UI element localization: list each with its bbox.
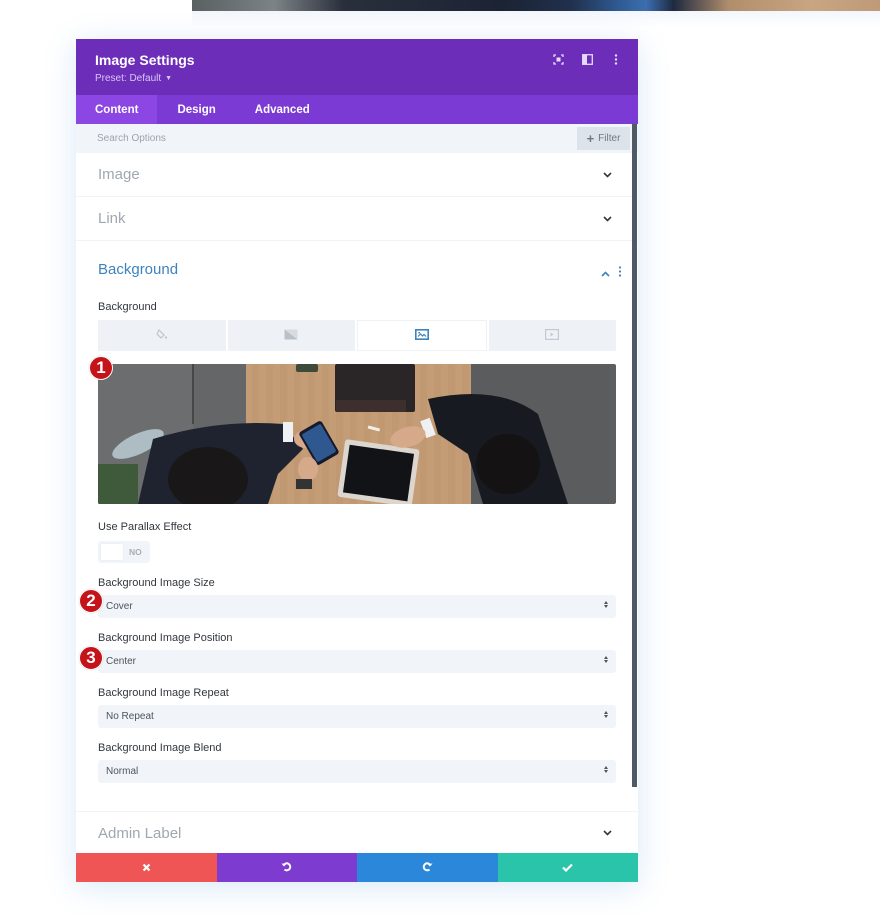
section-admin-label-title: Admin Label [98, 824, 182, 842]
bg-image-repeat-value: No Repeat [106, 711, 154, 722]
section-background-title: Background [98, 261, 179, 278]
search-bar: + Filter [76, 124, 638, 153]
business-meeting-photo [98, 364, 610, 504]
tab-design[interactable]: Design [157, 95, 234, 124]
sidebar-layout-icon[interactable] [581, 53, 593, 65]
bg-image-repeat-label: Background Image Repeat [98, 687, 229, 699]
undo-button[interactable] [216, 853, 357, 882]
scrollbar[interactable] [632, 124, 637, 787]
chevron-up-icon[interactable] [601, 264, 610, 282]
paint-bucket-icon [155, 327, 168, 345]
section-image-title: Image [98, 166, 140, 183]
save-button[interactable] [497, 853, 638, 882]
modal-footer [76, 853, 638, 882]
bg-image-position-select[interactable]: Center [98, 650, 616, 673]
bg-image-blend-select[interactable]: Normal [98, 760, 616, 783]
image-settings-modal: Image Settings Preset: Default ▼ Content… [76, 39, 638, 882]
section-more-options-icon[interactable] [618, 264, 622, 282]
background-field-label: Background [98, 301, 157, 313]
bg-type-color-tab[interactable] [98, 320, 226, 351]
bg-image-blend-label: Background Image Blend [98, 742, 222, 754]
section-background-header[interactable]: Background [98, 241, 622, 299]
close-icon [142, 859, 151, 877]
bg-type-video-tab[interactable] [488, 320, 616, 351]
bg-image-size-value: Cover [106, 601, 133, 612]
bg-image-size-label: Background Image Size [98, 577, 215, 589]
filter-button[interactable]: + Filter [577, 127, 630, 150]
chevron-down-icon [602, 170, 612, 180]
toggle-knob [101, 544, 123, 560]
select-arrows-icon [604, 656, 608, 663]
tab-advanced[interactable]: Advanced [235, 95, 329, 124]
search-options-input[interactable] [97, 133, 397, 144]
check-icon [562, 859, 574, 877]
parallax-toggle-value: NO [129, 547, 142, 557]
bg-type-gradient-tab[interactable] [227, 320, 355, 351]
bg-image-repeat-select[interactable]: No Repeat [98, 705, 616, 728]
parallax-label: Use Parallax Effect [98, 521, 192, 533]
fullscreen-icon[interactable] [552, 53, 564, 65]
tabs-bar: Content Design Advanced [76, 95, 638, 124]
modal-title: Image Settings [95, 52, 195, 68]
section-admin-label[interactable]: Admin Label [76, 811, 638, 854]
redo-button[interactable] [357, 853, 498, 882]
filter-label: Filter [598, 133, 621, 144]
chevron-down-icon [602, 214, 612, 224]
background-page-image-strip [192, 0, 880, 11]
cancel-button[interactable] [76, 853, 217, 882]
select-arrows-icon [604, 766, 608, 773]
section-link[interactable]: Link [76, 197, 638, 241]
page-shade [192, 11, 880, 27]
gradient-icon [284, 327, 298, 345]
bg-image-position-label: Background Image Position [98, 632, 233, 644]
annotation-badge-2: 2 [79, 589, 103, 613]
parallax-toggle[interactable]: NO [98, 541, 150, 563]
bg-image-blend-value: Normal [106, 766, 139, 777]
select-arrows-icon [604, 601, 608, 608]
redo-icon [422, 859, 433, 877]
background-type-tabs [98, 320, 616, 351]
bg-image-position-value: Center [106, 656, 137, 667]
annotation-badge-1: 1 [89, 356, 113, 380]
video-icon [545, 327, 560, 345]
section-background: Background Background Use Parallax Effec… [76, 241, 638, 783]
bg-type-image-tab[interactable] [357, 320, 487, 351]
section-link-title: Link [98, 210, 126, 227]
background-image-preview[interactable] [98, 364, 616, 504]
caret-down-icon: ▼ [165, 75, 173, 82]
tab-content[interactable]: Content [76, 95, 158, 124]
preset-selector[interactable]: Preset: Default ▼ [95, 73, 619, 84]
bg-image-size-select[interactable]: Cover [98, 595, 616, 618]
more-options-icon[interactable] [610, 53, 622, 65]
chevron-down-icon [602, 828, 612, 838]
annotation-badge-3: 3 [79, 646, 103, 670]
preset-label: Preset: Default [95, 73, 162, 84]
plus-icon: + [586, 131, 595, 146]
image-icon [414, 327, 429, 345]
section-image[interactable]: Image [76, 153, 638, 197]
modal-header[interactable]: Image Settings Preset: Default ▼ [76, 39, 638, 95]
undo-icon [281, 859, 292, 877]
select-arrows-icon [604, 711, 608, 718]
